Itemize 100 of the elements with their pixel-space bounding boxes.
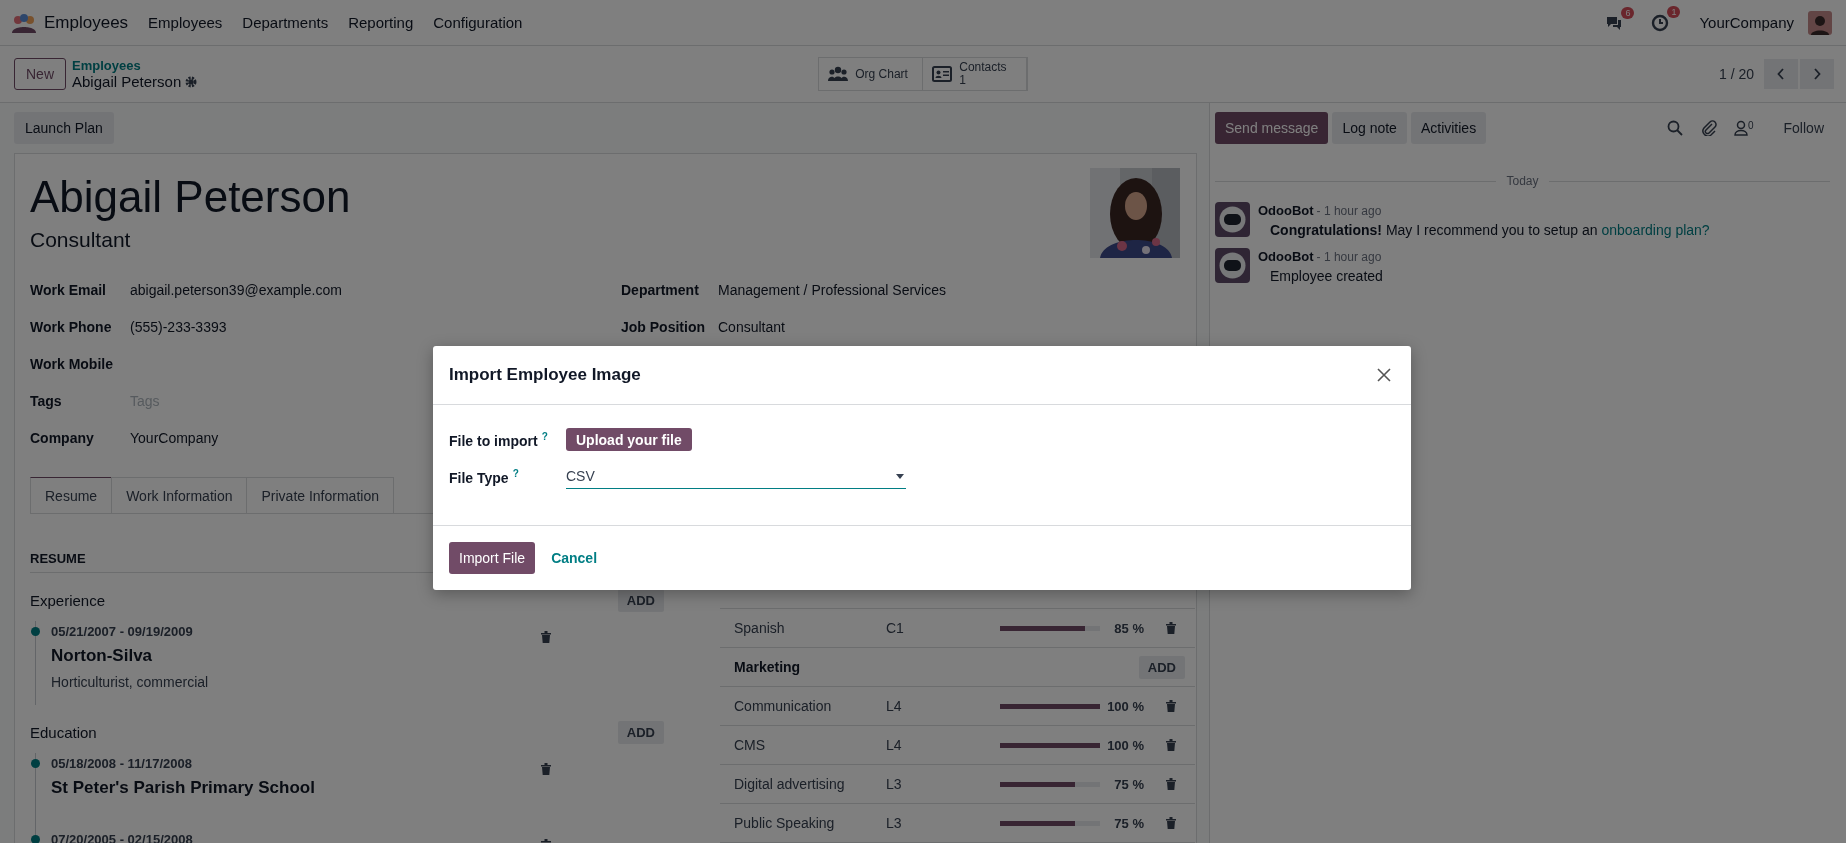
notification-count: 1: [1667, 5, 1681, 18]
field-value: Consultant: [718, 318, 785, 335]
field-value: Management / Professional Services: [718, 281, 946, 298]
skill-percent: 85 %: [1113, 620, 1144, 636]
field-label: Work Mobile: [30, 355, 114, 372]
chatter-button[interactable]: Activities: [1410, 112, 1487, 144]
bot-avatar-icon: [1215, 202, 1250, 237]
field-label: Job Position: [621, 318, 706, 335]
help-tooltip[interactable]: ?: [512, 467, 519, 479]
entry-date: 05/21/2007 - 09/19/2009: [51, 624, 194, 639]
field-label: Tags: [30, 392, 63, 409]
upload-button[interactable]: Upload your file: [566, 428, 692, 451]
chevron-left-icon: [1777, 68, 1785, 80]
job-title: Consultant: [30, 228, 132, 252]
tab[interactable]: Resume: [30, 477, 113, 513]
close-icon: [1377, 368, 1391, 382]
field-value: (555)-233-3393: [130, 318, 227, 335]
field-label: Work Phone: [30, 318, 113, 335]
skill-percent: 100 %: [1106, 737, 1144, 753]
menu-item[interactable]: Reporting: [348, 14, 414, 31]
cancel-link[interactable]: Cancel: [551, 550, 598, 566]
skill-percent: 75 %: [1113, 776, 1144, 792]
date-separator: Today: [1506, 174, 1539, 188]
message-time: - 1 hour ago: [1316, 204, 1382, 218]
chatter-button[interactable]: Send message: [1215, 112, 1329, 144]
entry-title: Norton-Silva: [51, 646, 154, 666]
chatter-button[interactable]: Log note: [1332, 112, 1407, 144]
message-text: Congratulations! May I recommend you to setup an onboarding plan?: [1270, 222, 1710, 238]
trash-icon: [1166, 700, 1176, 712]
skill-name: CMS: [734, 737, 767, 753]
skill-percent: 100 %: [1106, 698, 1144, 714]
message-text: Employee created: [1270, 268, 1383, 284]
app-logo-icon: [12, 12, 36, 33]
field-label: Work Email: [30, 281, 107, 298]
field-label: Company: [30, 429, 95, 446]
message-time: - 1 hour ago: [1316, 250, 1382, 264]
message-author: OdooBot: [1258, 249, 1314, 264]
trash-icon: [1166, 739, 1176, 751]
entry-description: Horticulturist, commercial: [51, 674, 210, 690]
skill-level: L4: [886, 737, 903, 753]
skill-level: L3: [886, 776, 903, 792]
person-icon: [1733, 120, 1748, 136]
trash-icon: [1166, 817, 1176, 829]
menu-item[interactable]: Departments: [242, 14, 329, 31]
entry-date: 05/18/2008 - 11/17/2008: [51, 756, 193, 771]
app-title[interactable]: Employees: [44, 12, 129, 33]
chevron-right-icon: [1813, 68, 1821, 80]
menu-item[interactable]: Employees: [148, 14, 223, 31]
message-author: OdooBot: [1258, 203, 1314, 218]
skill-percent: 75 %: [1113, 815, 1144, 831]
follow-button[interactable]: Follow: [1777, 119, 1830, 137]
file-type-select[interactable]: CSV: [566, 464, 906, 489]
record-title: Abigail Peterson: [72, 73, 182, 90]
search-icon: [1666, 120, 1683, 136]
bot-avatar-icon: [1215, 248, 1250, 283]
breadcrumb-link[interactable]: Employees: [72, 58, 198, 73]
timeline-dot: [31, 627, 40, 636]
skill-name: Public Speaking: [734, 815, 836, 831]
gear-icon: [185, 75, 198, 88]
import-file-button[interactable]: Import File: [449, 542, 536, 574]
add-button[interactable]: ADD: [1138, 655, 1185, 679]
dialog-title: Import Employee Image: [449, 365, 641, 385]
notification-count: 6: [1621, 6, 1635, 19]
field-value: abigail.peterson39@example.com: [130, 281, 342, 298]
pager-value: 1 / 20: [1718, 66, 1754, 82]
field-label: Department: [621, 281, 700, 298]
trash-icon: [541, 631, 551, 643]
tab[interactable]: Private Information: [246, 477, 394, 513]
people-icon: [828, 66, 849, 82]
onboarding-link[interactable]: onboarding plan?: [1601, 222, 1710, 238]
launch-plan-button[interactable]: Launch Plan: [14, 112, 114, 144]
add-button[interactable]: ADD: [617, 720, 664, 744]
skill-name: Digital advertising: [734, 776, 846, 792]
skill-name: Communication: [734, 698, 833, 714]
user-avatar-icon: [1808, 10, 1832, 35]
skill-level: C1: [886, 620, 905, 636]
skill-level: L4: [886, 698, 903, 714]
caret-icon: [896, 473, 904, 479]
new-button[interactable]: New: [14, 58, 66, 90]
chat-icon: [1605, 14, 1624, 31]
next-button[interactable]: [1800, 59, 1834, 89]
clock-icon: [1651, 13, 1670, 32]
skill-level: L3: [886, 815, 903, 831]
timeline-dot: [31, 759, 40, 768]
skill-group-title: Marketing: [734, 659, 802, 675]
menu-item[interactable]: Configuration: [433, 14, 523, 31]
add-button[interactable]: ADD: [617, 588, 664, 612]
previous-button[interactable]: [1764, 59, 1798, 89]
employee-name: Abigail Peterson: [30, 172, 351, 222]
entry-title: St Peter's Parish Primary School: [51, 778, 316, 798]
help-tooltip[interactable]: ?: [541, 430, 548, 442]
section-title: Education: [30, 723, 97, 741]
timeline-dot: [31, 835, 40, 843]
contact-card-icon: [932, 66, 953, 82]
company-switcher[interactable]: YourCompany: [1699, 14, 1794, 31]
section-title: Experience: [30, 591, 106, 609]
trash-icon: [1166, 622, 1176, 634]
field-label: File to import: [449, 432, 538, 449]
trash-icon: [1166, 778, 1176, 790]
field-label: File Type: [449, 469, 509, 486]
